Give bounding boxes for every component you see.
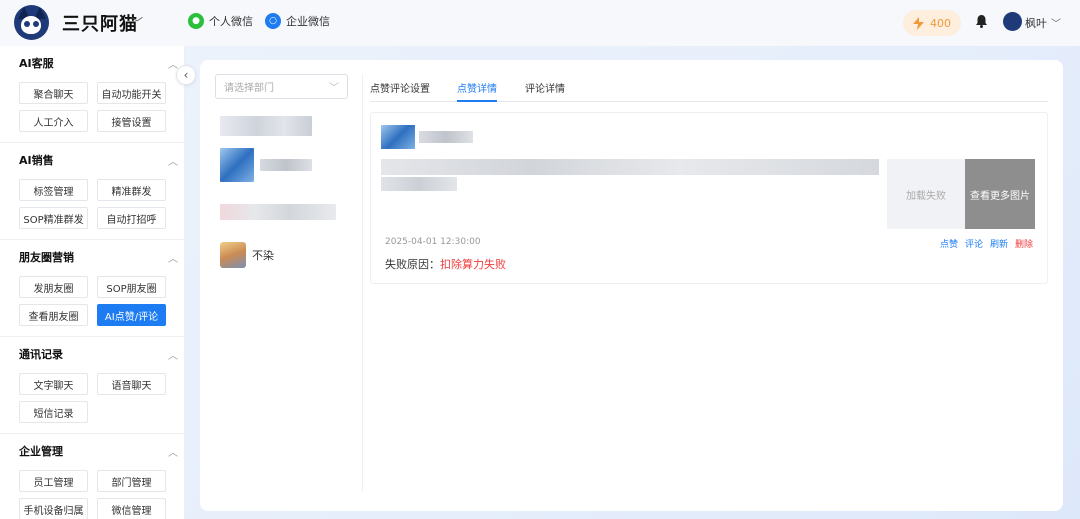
personal-wechat-switch[interactable]: ● 个人微信 (188, 13, 253, 29)
logo-eye-left (24, 21, 30, 27)
sidebar-group-ai-sales: AI销售 ︿ 标签管理 精准群发 SOP精准群发 自动打招呼 (0, 143, 184, 240)
group-header[interactable]: AI客服 ︿ (0, 46, 184, 80)
app-title[interactable]: 三只阿猫 (62, 10, 138, 36)
blurred-account (260, 159, 312, 171)
app-logo[interactable] (14, 5, 49, 40)
logo-eye-right (33, 21, 39, 27)
lightning-icon (913, 16, 924, 30)
top-header: 三只阿猫 ﹀ ● 个人微信 ○ 企业微信 400 枫叶 ﹀ (0, 0, 1080, 46)
sidebar-group-enterprise: 企业管理 ︿ 员工管理 部门管理 手机设备归属 微信管理 (0, 434, 184, 519)
card-actions: 点赞 评论 刷新 删除 (940, 237, 1033, 250)
group-title: 朋友圈营销 (19, 251, 74, 264)
user-avatar[interactable] (1003, 12, 1022, 31)
blurred-account (220, 204, 336, 220)
sidebar-group-records: 通讯记录 ︿ 文字聊天 语音聊天 短信记录 (0, 337, 184, 434)
menu-item-precise-broadcast[interactable]: 精准群发 (97, 179, 166, 201)
menu-item-takeover-settings[interactable]: 接管设置 (97, 110, 166, 132)
menu-item-sop-moments[interactable]: SOP朋友圈 (97, 276, 166, 298)
like-button[interactable]: 点赞 (940, 237, 958, 250)
tab-like-comment-settings[interactable]: 点赞评论设置 (370, 80, 430, 102)
personal-wechat-label: 个人微信 (209, 15, 253, 28)
blurred-account (220, 116, 312, 136)
tab-like-details[interactable]: 点赞详情 (457, 80, 497, 102)
chevron-down-icon[interactable]: ﹀ (131, 14, 143, 31)
menu-item-wechat-manage[interactable]: 微信管理 (97, 498, 166, 519)
chevron-up-icon: ︿ (168, 350, 178, 362)
menu-item-sms-records[interactable]: 短信记录 (19, 401, 88, 423)
refresh-button[interactable]: 刷新 (990, 237, 1008, 250)
menu-item-text-chat[interactable]: 文字聊天 (19, 373, 88, 395)
main-panel: 请选择部门 ﹀ 不染 点赞评论设置 点赞详情 评论详情 加载失败 查看更多图片 … (200, 60, 1063, 511)
tab-bar: 点赞评论设置 点赞详情 评论详情 (370, 80, 1048, 102)
view-more-images-button[interactable]: 查看更多图片 (965, 159, 1035, 229)
user-menu-chevron-icon[interactable]: ﹀ (1051, 15, 1061, 30)
menu-item-tag-manage[interactable]: 标签管理 (19, 179, 88, 201)
chevron-up-icon: ︿ (168, 156, 178, 168)
menu-item-auto-greet[interactable]: 自动打招呼 (97, 207, 166, 229)
department-select-placeholder: 请选择部门 (224, 83, 274, 94)
group-header[interactable]: AI销售 ︿ (0, 143, 184, 177)
points-badge[interactable]: 400 (903, 10, 961, 36)
post-timestamp: 2025-04-01 12:30:00 (385, 237, 481, 247)
blurred-author-name (419, 131, 473, 143)
chevron-down-icon: ﹀ (329, 83, 339, 94)
menu-item-auto-switch[interactable]: 自动功能开关 (97, 82, 166, 104)
account-list-item[interactable] (220, 199, 336, 225)
enterprise-wechat-icon: ○ (265, 13, 281, 29)
group-header[interactable]: 通讯记录 ︿ (0, 337, 184, 371)
sidebar-collapse-button[interactable]: ‹ (176, 65, 196, 85)
department-select[interactable]: 请选择部门 ﹀ (215, 74, 348, 99)
group-header[interactable]: 企业管理 ︿ (0, 434, 184, 468)
chevron-up-icon: ︿ (168, 253, 178, 265)
failure-label: 失败原因： (385, 258, 440, 271)
account-list-item[interactable] (220, 113, 312, 139)
account-avatar (220, 242, 246, 268)
like-record-card: 加载失败 查看更多图片 2025-04-01 12:30:00 点赞 评论 刷新… (370, 112, 1048, 284)
menu-item-post-moments[interactable]: 发朋友圈 (19, 276, 88, 298)
group-title: 企业管理 (19, 445, 63, 458)
blurred-content-line (381, 159, 879, 175)
menu-item-staff-manage[interactable]: 员工管理 (19, 470, 88, 492)
group-title: AI客服 (19, 57, 54, 70)
account-list-item[interactable]: 不染 (220, 242, 274, 268)
points-value: 400 (930, 16, 951, 30)
account-list-item[interactable] (220, 148, 312, 182)
comment-button[interactable]: 评论 (965, 237, 983, 250)
delete-button[interactable]: 删除 (1015, 237, 1033, 250)
menu-item-dept-manage[interactable]: 部门管理 (97, 470, 166, 492)
sidebar-group-ai-service: AI客服 ︿ 聚合聊天 自动功能开关 人工介入 接管设置 (0, 46, 184, 143)
enterprise-wechat-label: 企业微信 (286, 15, 330, 28)
chevron-up-icon: ︿ (168, 59, 178, 71)
menu-item-view-moments[interactable]: 查看朋友圈 (19, 304, 88, 326)
failure-line: 失败原因：扣除算力失败 (385, 256, 506, 272)
user-name[interactable]: 枫叶 (1025, 15, 1047, 31)
tab-comment-details[interactable]: 评论详情 (525, 80, 565, 102)
bell-icon[interactable] (975, 14, 988, 28)
blurred-avatar (220, 148, 254, 182)
group-title: 通讯记录 (19, 348, 63, 361)
menu-item-sop-broadcast[interactable]: SOP精准群发 (19, 207, 88, 229)
sidebar: AI客服 ︿ 聚合聊天 自动功能开关 人工介入 接管设置 AI销售 ︿ 标签管理… (0, 46, 185, 519)
image-load-failed: 加载失败 (887, 159, 965, 229)
chevron-up-icon: ︿ (168, 447, 178, 459)
failure-reason: 扣除算力失败 (440, 258, 506, 271)
menu-item-voice-chat[interactable]: 语音聊天 (97, 373, 166, 395)
column-divider (362, 74, 363, 492)
blurred-avatar (381, 125, 415, 149)
menu-item-manual-intervene[interactable]: 人工介入 (19, 110, 88, 132)
menu-item-aggregate-chat[interactable]: 聚合聊天 (19, 82, 88, 104)
menu-item-device-owner[interactable]: 手机设备归属 (19, 498, 88, 519)
group-title: AI销售 (19, 154, 54, 167)
account-name: 不染 (252, 249, 274, 262)
enterprise-wechat-switch[interactable]: ○ 企业微信 (265, 13, 330, 29)
blurred-content-line (381, 177, 457, 191)
sidebar-group-moments: 朋友圈营销 ︿ 发朋友圈 SOP朋友圈 查看朋友圈 AI点赞/评论 (0, 240, 184, 337)
group-header[interactable]: 朋友圈营销 ︿ (0, 240, 184, 274)
wechat-icon: ● (188, 13, 204, 29)
menu-item-ai-like-comment[interactable]: AI点赞/评论 (97, 304, 166, 326)
